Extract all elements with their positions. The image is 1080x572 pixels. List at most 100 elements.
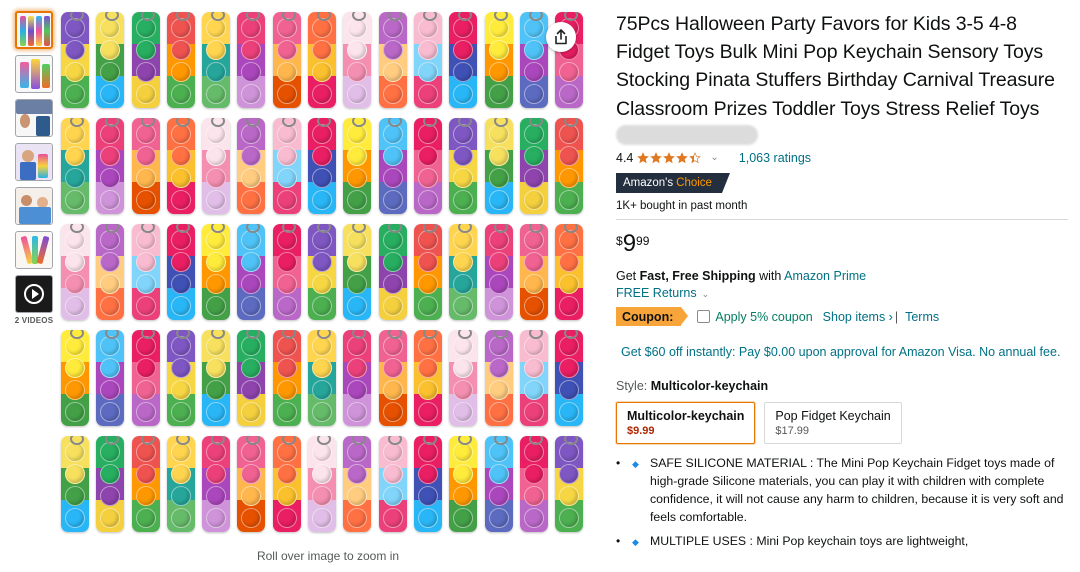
pop-keychain-toy bbox=[237, 224, 266, 320]
divider bbox=[616, 218, 1068, 220]
pop-keychain-toy bbox=[308, 12, 337, 108]
pop-keychain-toy bbox=[378, 436, 407, 532]
terms-link[interactable]: Terms bbox=[905, 310, 939, 324]
pop-keychain-toy bbox=[308, 224, 337, 320]
store-link-redacted[interactable] bbox=[616, 124, 758, 145]
pop-keychain-toy bbox=[484, 330, 513, 426]
pop-keychain-toy bbox=[555, 330, 584, 426]
option-price: $9.99 bbox=[627, 424, 655, 437]
pop-keychain-toy bbox=[308, 330, 337, 426]
pop-keychain-toy bbox=[61, 224, 89, 320]
main-product-image[interactable] bbox=[58, 8, 588, 548]
price-fraction: 99 bbox=[636, 233, 650, 248]
pop-keychain-toy bbox=[131, 12, 160, 108]
pop-keychain-toy bbox=[484, 436, 513, 532]
option-name: Pop Fidget Keychain bbox=[775, 408, 891, 423]
pop-keychain-toy bbox=[555, 436, 584, 532]
coupon-tag: Coupon: bbox=[616, 307, 689, 327]
play-icon bbox=[24, 284, 44, 304]
star-icon bbox=[663, 151, 676, 164]
thumbnail-5[interactable] bbox=[15, 187, 53, 225]
shipping-info: Get Fast, Free Shipping with Amazon Prim… bbox=[616, 269, 1068, 283]
feature-bullet: • ◆ SAFE SILICONE MATERIAL : The Mini Po… bbox=[616, 454, 1068, 526]
pop-keychain-toy bbox=[61, 436, 89, 532]
option-name: Multicolor-keychain bbox=[627, 408, 745, 423]
thumbnail-video[interactable] bbox=[15, 275, 53, 313]
pop-keychain-toy bbox=[449, 224, 478, 320]
chevron-down-icon: ⌄ bbox=[701, 288, 710, 299]
pop-keychain-toy bbox=[449, 12, 478, 108]
pop-keychain-toy bbox=[343, 118, 372, 214]
pop-keychain-toy bbox=[519, 12, 548, 108]
pop-keychain-toy bbox=[237, 330, 266, 426]
shipping-bold: Fast, Free Shipping bbox=[639, 268, 756, 283]
pop-keychain-toy bbox=[413, 118, 442, 214]
free-returns-link[interactable]: FREE Returns ⌄ bbox=[616, 286, 1068, 300]
thumbnail-4[interactable] bbox=[15, 143, 53, 181]
pop-keychain-toy bbox=[131, 118, 160, 214]
badge-prefix: Amazon's bbox=[623, 176, 674, 189]
pop-keychain-toy bbox=[519, 436, 548, 532]
pop-keychain-toy bbox=[308, 118, 337, 214]
style-options: Multicolor-keychain $9.99 Pop Fidget Key… bbox=[616, 401, 1068, 444]
pop-keychain-toy bbox=[166, 436, 195, 532]
amazons-choice-badge[interactable]: Amazon's Choice bbox=[616, 172, 730, 193]
style-option-multicolor[interactable]: Multicolor-keychain $9.99 bbox=[616, 401, 756, 444]
pop-keychain-toy bbox=[61, 12, 89, 108]
bought-in-past-month: 1K+ bought in past month bbox=[616, 199, 748, 212]
style-option-pop-fidget[interactable]: Pop Fidget Keychain $17.99 bbox=[764, 401, 902, 444]
rating-value: 4.4 bbox=[616, 150, 634, 165]
pop-keychain-toy bbox=[237, 118, 266, 214]
thumbnail-1[interactable] bbox=[15, 11, 53, 49]
pop-keychain-toy bbox=[96, 436, 125, 532]
pop-keychain-toy bbox=[202, 436, 231, 532]
pop-keychain-toy bbox=[131, 330, 160, 426]
style-value: Multicolor-keychain bbox=[650, 378, 769, 393]
pop-keychain-toy bbox=[343, 330, 372, 426]
price-symbol: $ bbox=[616, 233, 623, 248]
chevron-down-icon[interactable]: ⌄ bbox=[710, 152, 718, 163]
rating-row: 4.4 ⌄ 1,063 ratings bbox=[616, 148, 1068, 168]
style-label: Style: Multicolor-keychain bbox=[616, 379, 1068, 393]
pop-keychain-toy bbox=[378, 118, 407, 214]
star-rating[interactable] bbox=[637, 151, 702, 164]
coupon-label[interactable]: Apply 5% coupon bbox=[715, 310, 812, 324]
pop-keychain-toy bbox=[96, 224, 125, 320]
pop-keychain-toy bbox=[272, 224, 301, 320]
pop-keychain-toy bbox=[484, 118, 513, 214]
pop-keychain-toy bbox=[166, 118, 195, 214]
videos-count-label: 2 VIDEOS bbox=[14, 316, 54, 325]
pop-keychain-toy bbox=[555, 224, 584, 320]
amazon-prime-link[interactable]: Amazon Prime bbox=[784, 269, 866, 283]
star-icon bbox=[689, 151, 702, 164]
thumbnail-3[interactable] bbox=[15, 99, 53, 137]
pop-keychain-toy bbox=[378, 12, 407, 108]
diamond-icon: ◆ bbox=[632, 458, 639, 469]
shop-items-link[interactable]: Shop items › bbox=[823, 310, 893, 324]
pop-keychain-toy bbox=[96, 330, 125, 426]
pop-keychain-toy bbox=[272, 12, 301, 108]
pop-keychain-toy bbox=[202, 12, 231, 108]
pop-keychain-toy bbox=[484, 224, 513, 320]
pop-keychain-toy bbox=[519, 118, 548, 214]
bullet-dot: • bbox=[616, 533, 621, 548]
pop-keychain-toy bbox=[166, 224, 195, 320]
pop-keychain-toy bbox=[413, 330, 442, 426]
thumbnail-2[interactable] bbox=[15, 55, 53, 93]
pop-keychain-toy bbox=[202, 330, 231, 426]
pop-keychain-toy bbox=[237, 436, 266, 532]
pop-keychain-toy bbox=[484, 12, 513, 108]
pop-keychain-toy bbox=[413, 12, 442, 108]
visa-offer-link[interactable]: Get $60 off instantly: Pay $0.00 upon ap… bbox=[621, 345, 1068, 359]
bullet-text: SAFE SILICONE MATERIAL : The Mini Pop Ke… bbox=[650, 455, 1064, 524]
pop-keychain-toy bbox=[131, 224, 160, 320]
coupon-checkbox[interactable] bbox=[697, 310, 711, 324]
share-button[interactable] bbox=[546, 22, 576, 52]
ratings-count-link[interactable]: 1,063 ratings bbox=[739, 151, 811, 165]
pop-keychain-toy bbox=[413, 436, 442, 532]
option-price: $17.99 bbox=[775, 424, 810, 437]
style-label-prefix: Style: bbox=[616, 378, 648, 393]
thumbnail-6[interactable] bbox=[15, 231, 53, 269]
bullet-dot: • bbox=[616, 455, 621, 470]
pop-keychain-toy bbox=[449, 118, 478, 214]
